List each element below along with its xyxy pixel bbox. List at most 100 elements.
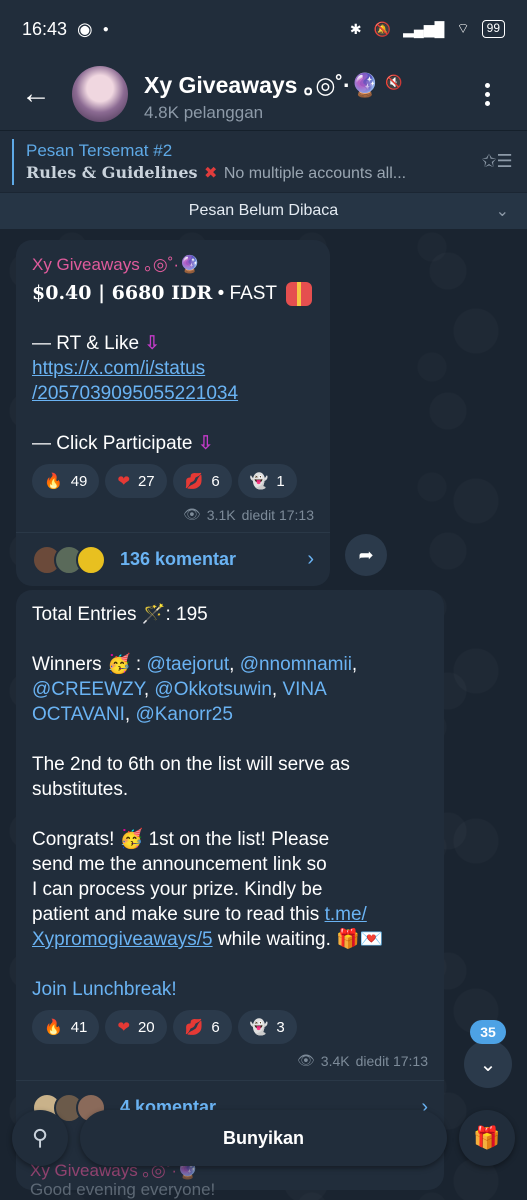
view-count: 3.4K	[320, 1052, 350, 1069]
reaction-count: 49	[70, 472, 88, 490]
reaction-count: 20	[137, 1018, 155, 1036]
back-arrow-icon[interactable]: ←	[0, 58, 72, 130]
reactions-row: 🔥 41 ❤ 20 💋 6 👻 3	[32, 1010, 428, 1044]
wifi-icon: ⌔	[456, 20, 470, 36]
reaction-count: 6	[211, 1018, 220, 1036]
pin-list-icon[interactable]: ✩☰	[467, 151, 527, 172]
reaction-heart[interactable]: ❤ 27	[105, 464, 167, 498]
winner-mention[interactable]: @nnomnamii	[240, 654, 352, 675]
click-participate-text: — Click Participate	[32, 433, 193, 454]
more-menu-icon[interactable]	[463, 82, 511, 106]
subscriber-count: 4.8K pelanggan	[144, 102, 264, 122]
search-icon[interactable]: ⚲	[12, 1110, 68, 1166]
channel-info[interactable]: Xy Giveaways ｡◎˚·🔮 🔇 4.8K pelanggan	[144, 66, 463, 123]
tme-link-cont[interactable]: Xypromogiveaways/5	[32, 929, 213, 950]
unread-count-badge: 35	[470, 1020, 506, 1044]
unread-divider: Pesan Belum Dibaca ⌄	[0, 193, 527, 229]
fire-icon: 🔥	[44, 1019, 63, 1036]
share-icon[interactable]: ➦	[345, 534, 387, 576]
heart-icon: ❤	[117, 1019, 130, 1036]
heart-icon: ❤	[117, 473, 130, 490]
substitutes-text-cont: substitutes.	[32, 779, 129, 800]
chevron-down-icon[interactable]: ⌄	[496, 201, 509, 221]
pinned-preview: Rules & Guidelines ✖ No multiple account…	[26, 163, 467, 183]
status-bar: 16:43 ◉ ● ✱ 🔕 ▂▄▆█ ⌔ 99	[0, 0, 527, 58]
congrats-text: send me the announcement link so	[32, 854, 327, 875]
tweet-link-cont[interactable]: /2057039095055221034	[32, 383, 238, 404]
signal-icon: ▂▄▆█	[403, 20, 445, 37]
chevron-right-icon: ›	[307, 548, 314, 570]
congrats-text: patient and make sure to read this	[32, 904, 325, 925]
view-count: 3.1K	[206, 506, 236, 523]
winner-mention[interactable]: @taejorut	[146, 654, 229, 675]
eye-icon: 👁	[297, 1052, 315, 1068]
winner-mention[interactable]: @Okkotsuwin	[154, 679, 272, 700]
message-author: Xy Giveaways ｡◎˚·🔮	[32, 255, 201, 274]
tweet-link[interactable]: https://x.com/i/status	[32, 358, 205, 379]
winner-mention[interactable]: @Kanorr25	[135, 704, 232, 725]
reaction-ghost[interactable]: 👻 3	[237, 1010, 297, 1044]
message-bubble[interactable]: Total Entries 🪄: 195 Winners 🥳 : @taejor…	[16, 590, 444, 1190]
arrow-down-icon: ⇩	[144, 333, 161, 354]
ghost-icon: 👻	[249, 473, 269, 490]
dot-icon: ●	[102, 23, 109, 35]
rt-like-text: — RT & Like	[32, 333, 140, 354]
mute-icon: 🔕	[373, 20, 392, 37]
gift-icon[interactable]: 🎁	[459, 1110, 515, 1166]
pinned-preview-bold: Rules & Guidelines	[26, 162, 198, 182]
pinned-preview-rest: No multiple accounts all...	[223, 164, 407, 182]
winners-label: Winners 🥳 :	[32, 654, 147, 675]
congrats-text: Congrats! 🥳 1st on the list! Please	[32, 829, 330, 850]
commenter-avatars	[32, 544, 106, 575]
edited-time: diedit 17:13	[355, 1052, 428, 1069]
winner-mention[interactable]: @CREEWZY	[32, 679, 144, 700]
reaction-kiss[interactable]: 💋 6	[172, 464, 232, 498]
kiss-icon: 💋	[184, 1019, 204, 1036]
reaction-fire[interactable]: 🔥 49	[32, 464, 100, 498]
message-meta: 👁 3.4K diedit 17:13	[32, 1052, 428, 1069]
price-text: $0.40 | 6680 IDR	[32, 282, 213, 304]
pinned-title: Pesan Tersemat #2	[26, 140, 173, 160]
congrats-text: I can process your prize. Kindly be	[32, 879, 323, 900]
congrats-text: while waiting. 🎁💌	[212, 929, 384, 950]
muted-icon: 🔇	[385, 74, 403, 90]
reaction-count: 41	[70, 1018, 88, 1036]
comments-button[interactable]: 136 komentar ›	[16, 532, 330, 586]
unmute-button[interactable]: Bunyikan	[80, 1110, 447, 1166]
message-bubble[interactable]: Xy Giveaways ｡◎˚·🔮 $0.40 | 6680 IDR • FA…	[16, 240, 330, 586]
next-message-text: Good evening everyone!	[30, 1180, 216, 1199]
eye-icon: 👁	[183, 506, 201, 522]
substitutes-text: The 2nd to 6th on the list will serve as	[32, 754, 350, 775]
fire-icon: 🔥	[44, 473, 63, 490]
notification-icon: ◉	[77, 18, 93, 39]
reaction-ghost[interactable]: 👻 1	[237, 464, 297, 498]
bottom-bar: ⚲ Bunyikan 🎁	[0, 1108, 527, 1168]
arrow-down-icon: ⇩	[197, 433, 214, 454]
price-suffix: • FAST	[212, 283, 277, 304]
avatar	[76, 544, 106, 575]
pinned-message[interactable]: Pesan Tersemat #2 Rules & Guidelines ✖ N…	[0, 130, 527, 192]
chat-header: ← Xy Giveaways ｡◎˚·🔮 🔇 4.8K pelanggan	[0, 58, 527, 130]
channel-avatar[interactable]	[72, 66, 128, 122]
reaction-fire[interactable]: 🔥 41	[32, 1010, 100, 1044]
battery-icon: 99	[481, 20, 505, 38]
reaction-heart[interactable]: ❤ 20	[105, 1010, 167, 1044]
reaction-count: 1	[276, 472, 285, 490]
unread-label: Pesan Belum Dibaca	[188, 202, 339, 219]
entries-text: Total Entries 🪄: 195	[32, 604, 208, 625]
reaction-count: 3	[276, 1018, 285, 1036]
comments-count: 136 komentar	[120, 549, 237, 569]
status-time: 16:43	[22, 18, 68, 39]
join-link[interactable]: Join Lunchbreak!	[32, 979, 177, 1000]
edited-time: diedit 17:13	[241, 506, 314, 523]
pinned-indicator	[12, 138, 14, 185]
reactions-row: 🔥 49 ❤ 27 💋 6 👻 1	[32, 464, 314, 498]
reaction-kiss[interactable]: 💋 6	[172, 1010, 232, 1044]
reaction-count: 27	[137, 472, 155, 490]
tme-link[interactable]: t.me/	[325, 904, 367, 925]
scroll-down-button[interactable]: ⌄	[464, 1040, 512, 1088]
bluetooth-icon: ✱	[349, 20, 362, 37]
kiss-icon: 💋	[184, 473, 204, 490]
channel-title: Xy Giveaways ｡◎˚·🔮	[144, 71, 380, 98]
reaction-count: 6	[211, 472, 220, 490]
